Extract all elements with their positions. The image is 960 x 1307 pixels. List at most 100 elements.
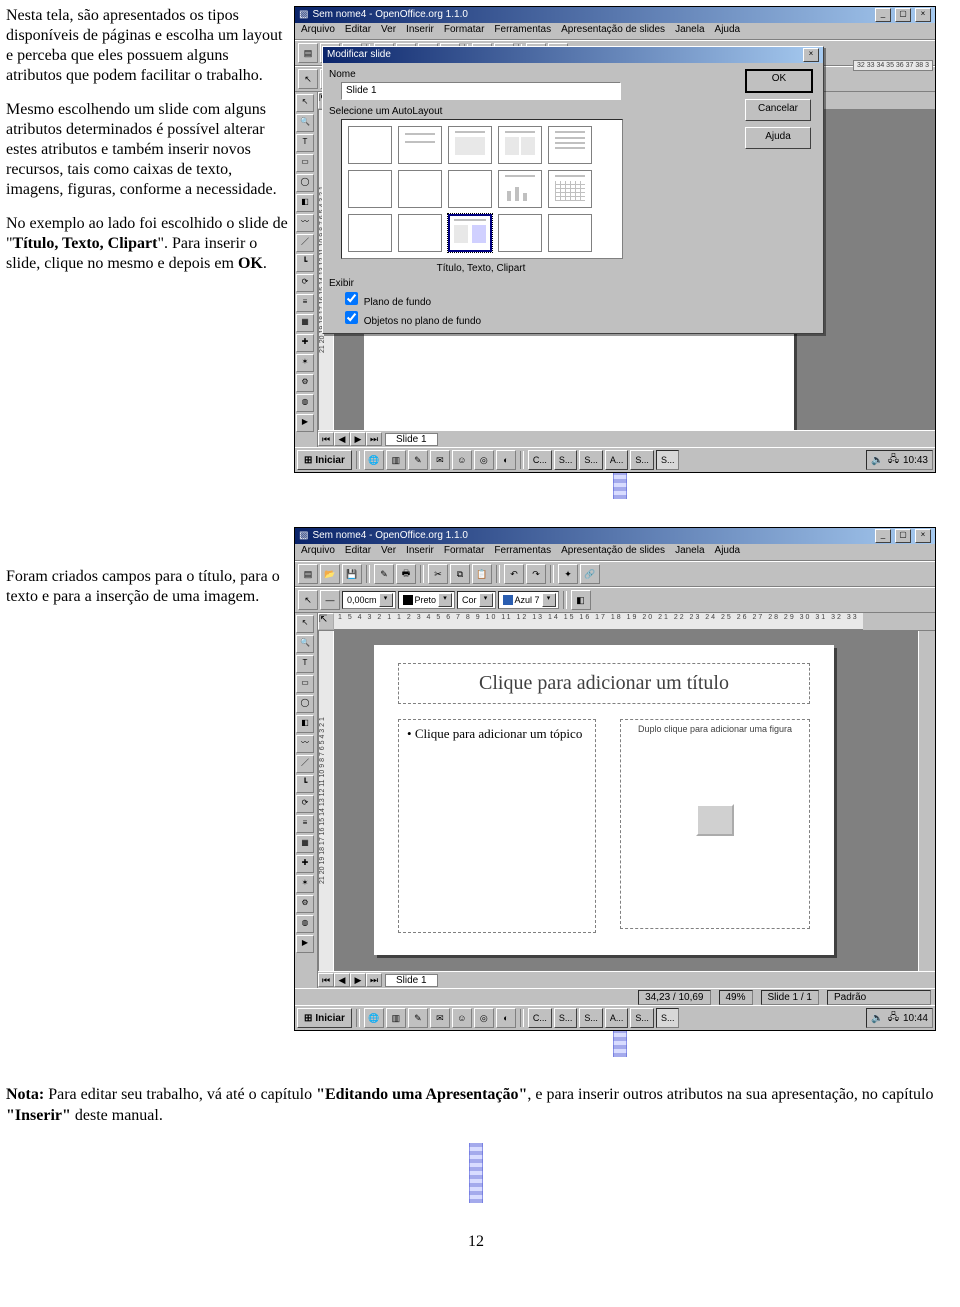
maximize-button[interactable]: ▢: [895, 8, 911, 22]
sb-interaction-icon[interactable]: ⚙: [296, 374, 314, 392]
sb-text-icon[interactable]: T: [296, 655, 314, 673]
ql-misc2-icon[interactable]: ◐: [496, 450, 516, 470]
ql-desktop-icon[interactable]: ▥: [386, 1008, 406, 1028]
sb-3d-icon[interactable]: ◧: [296, 715, 314, 733]
tab-next-icon[interactable]: ▶: [350, 432, 366, 446]
sb-insert-icon[interactable]: ✚: [296, 334, 314, 352]
layout-text-chart[interactable]: [398, 214, 442, 252]
layout-8[interactable]: [448, 170, 492, 208]
sb-zoom-icon[interactable]: 🔍: [296, 114, 314, 132]
ql-misc-icon[interactable]: ◎: [474, 450, 494, 470]
slide-name-field[interactable]: Slide 1: [341, 82, 621, 100]
sb-line-icon[interactable]: ／: [296, 755, 314, 773]
slide-tab-2[interactable]: Slide 1: [385, 974, 438, 987]
sb-rotate-icon[interactable]: ⟳: [296, 274, 314, 292]
clipart-placeholder[interactable]: Duplo clique para adicionar uma figura: [620, 719, 810, 929]
sb-rotate-icon[interactable]: ⟳: [296, 795, 314, 813]
layout-7[interactable]: [398, 170, 442, 208]
menu-formatar[interactable]: Formatar: [444, 24, 485, 39]
sb-connector-icon[interactable]: ┗: [296, 775, 314, 793]
tab-prev-icon[interactable]: ◀: [334, 432, 350, 446]
slide-tab[interactable]: Slide 1: [385, 433, 438, 446]
ql-smile-icon[interactable]: ☺: [452, 450, 472, 470]
menu-formatar[interactable]: Formatar: [444, 545, 485, 560]
minimize-button[interactable]: _: [875, 8, 891, 22]
dialog-close-icon[interactable]: ×: [803, 48, 819, 62]
task-6[interactable]: S...: [656, 450, 680, 470]
sb-rect-icon[interactable]: ▭: [296, 675, 314, 693]
layout-two-content[interactable]: [498, 126, 542, 164]
tray-vol-icon[interactable]: 🔈: [871, 1013, 883, 1024]
menu-editar[interactable]: Editar: [345, 545, 371, 560]
sb-curve-icon[interactable]: 〰: [296, 735, 314, 753]
sb-3d-icon[interactable]: ◧: [296, 194, 314, 212]
menu-editar[interactable]: Editar: [345, 24, 371, 39]
menu-arquivo[interactable]: Arquivo: [301, 24, 335, 39]
ql-misc-icon[interactable]: ◎: [474, 1008, 494, 1028]
sb-arrange-icon[interactable]: ▦: [296, 314, 314, 332]
cb-objetos-fundo[interactable]: Objetos no plano de fundo: [341, 316, 481, 327]
sb-connector-icon[interactable]: ┗: [296, 254, 314, 272]
sb-presentation-icon[interactable]: ▶: [296, 414, 314, 432]
line-color-combo[interactable]: Preto▾: [398, 591, 456, 609]
tab-prev-icon[interactable]: ◀: [334, 973, 350, 987]
task-5[interactable]: S...: [630, 1008, 654, 1028]
tb-arrow-icon[interactable]: ↖: [298, 590, 318, 610]
maximize-button[interactable]: ▢: [895, 529, 911, 543]
task-4[interactable]: A...: [605, 1008, 629, 1028]
task-2[interactable]: S...: [554, 450, 578, 470]
menu-ajuda[interactable]: Ajuda: [715, 24, 741, 39]
task-5[interactable]: S...: [630, 450, 654, 470]
menu-ferramentas[interactable]: Ferramentas: [494, 545, 551, 560]
layout-table[interactable]: [548, 170, 592, 208]
layout-chart[interactable]: [498, 170, 542, 208]
sb-curve-icon[interactable]: 〰: [296, 214, 314, 232]
ql-misc2-icon[interactable]: ◐: [496, 1008, 516, 1028]
menu-inserir[interactable]: Inserir: [406, 24, 434, 39]
sb-3dwin-icon[interactable]: ◍: [296, 915, 314, 933]
task-3[interactable]: S...: [579, 1008, 603, 1028]
task-4[interactable]: A...: [605, 450, 629, 470]
menu-ferramentas[interactable]: Ferramentas: [494, 24, 551, 39]
sb-select-icon[interactable]: ↖: [296, 615, 314, 633]
menu-inserir[interactable]: Inserir: [406, 545, 434, 560]
tb-shadow-icon[interactable]: ◧: [571, 590, 591, 610]
ql-ie-icon[interactable]: 🌐: [364, 450, 384, 470]
start-button[interactable]: ⊞ Iniciar: [297, 450, 352, 470]
tab-first-icon[interactable]: ⏮: [318, 432, 334, 446]
task-1[interactable]: C...: [528, 450, 552, 470]
tb-paste-icon[interactable]: 📋: [472, 564, 492, 584]
menu-ver[interactable]: Ver: [381, 545, 396, 560]
tab-last-icon[interactable]: ⏭: [366, 432, 382, 446]
sb-ellipse-icon[interactable]: ◯: [296, 695, 314, 713]
sb-insert-icon[interactable]: ✚: [296, 855, 314, 873]
layout-blank[interactable]: [348, 126, 392, 164]
close-button[interactable]: ×: [915, 8, 931, 22]
line-width-combo[interactable]: 0,00cm▾: [342, 591, 396, 609]
tb-hyperlink-icon[interactable]: 🔗: [580, 564, 600, 584]
tb-new-icon[interactable]: ▤: [298, 43, 318, 63]
help-button[interactable]: Ajuda: [745, 127, 811, 149]
menu-apresentacao[interactable]: Apresentação de slides: [561, 24, 665, 39]
menu-ver[interactable]: Ver: [381, 24, 396, 39]
tb-save-icon[interactable]: 💾: [342, 564, 362, 584]
ok-button[interactable]: OK: [745, 69, 813, 93]
tab-last-icon[interactable]: ⏭: [366, 973, 382, 987]
task-2[interactable]: S...: [554, 1008, 578, 1028]
minimize-button[interactable]: _: [875, 529, 891, 543]
layout-title[interactable]: [398, 126, 442, 164]
ql-oo-icon[interactable]: ✎: [408, 450, 428, 470]
layout-title-text-clipart[interactable]: [448, 214, 492, 252]
tray-net-icon[interactable]: 🖧: [888, 1010, 899, 1027]
fill-type-combo[interactable]: Cor▾: [457, 591, 496, 609]
sb-align-icon[interactable]: ≡: [296, 294, 314, 312]
tb-copy-icon[interactable]: ⧉: [450, 564, 470, 584]
menu-janela[interactable]: Janela: [675, 545, 704, 560]
tb-print-icon[interactable]: 🖶: [396, 564, 416, 584]
sb-rect-icon[interactable]: ▭: [296, 154, 314, 172]
task-3[interactable]: S...: [579, 450, 603, 470]
ql-smile-icon[interactable]: ☺: [452, 1008, 472, 1028]
menu-arquivo[interactable]: Arquivo: [301, 545, 335, 560]
sb-line-icon[interactable]: ／: [296, 234, 314, 252]
fill-color-combo[interactable]: Azul 7▾: [498, 591, 559, 609]
